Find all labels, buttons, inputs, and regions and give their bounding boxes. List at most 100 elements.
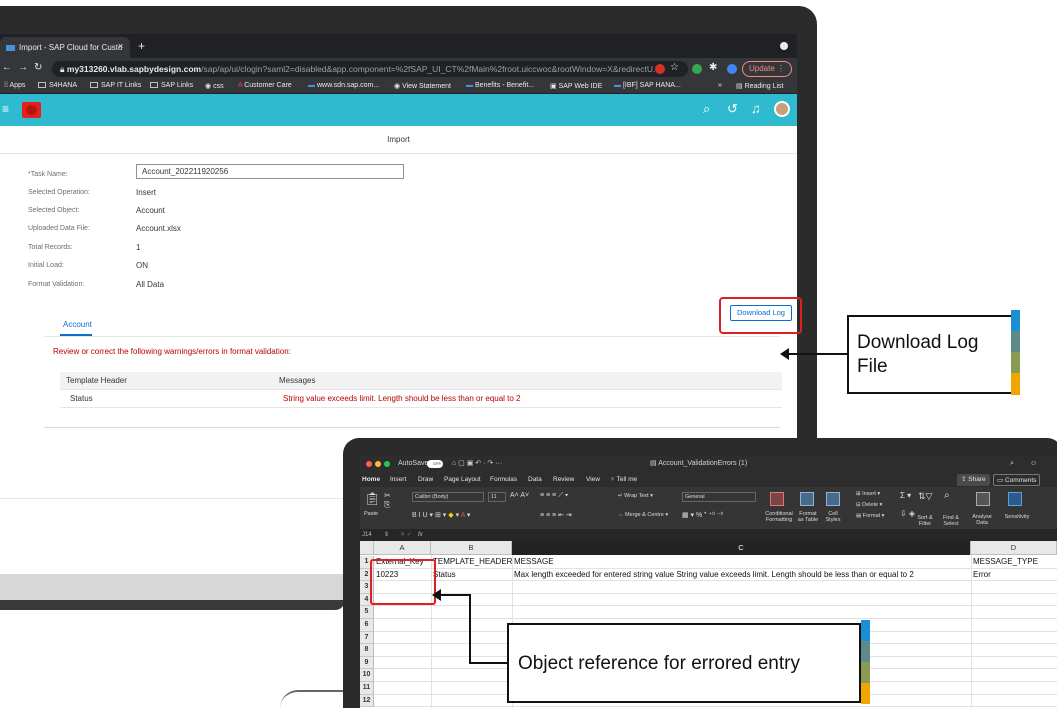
menu-icon[interactable]: ≡ [2, 102, 9, 116]
column-header-d[interactable]: D [971, 541, 1057, 555]
cell-d2[interactable]: Error [973, 569, 991, 582]
bookmark-css[interactable]: ◉ css [205, 82, 224, 90]
star-icon[interactable]: ☆ [670, 62, 679, 73]
new-tab-icon[interactable]: + [138, 39, 145, 53]
sort-filter-label[interactable]: Sort & Filter [914, 515, 936, 527]
bookmark-sdn[interactable]: ▬ www.sdn.sap.com... [308, 82, 379, 89]
delete-cells-button[interactable]: ⊟ Delete ▾ [856, 502, 882, 508]
column-header-c[interactable]: C [512, 541, 971, 555]
bookmark-web-ide[interactable]: ▣ SAP Web IDE [550, 82, 602, 90]
search-icon[interactable]: ⌕ [1010, 455, 1014, 473]
quick-access-icons[interactable]: ⌂ ▢ ▣ ↶ · ↷ ··· [452, 455, 502, 473]
column-header-b[interactable]: B [431, 541, 512, 555]
font-grow-shrink-icons[interactable]: A˄ A˅ [510, 492, 529, 499]
row-header[interactable]: 6 [360, 619, 374, 632]
font-size-select[interactable]: 11 [488, 492, 506, 502]
search-icon[interactable]: ⌕ [703, 101, 710, 117]
browser-tab[interactable]: Import - SAP Cloud for Custo [0, 37, 130, 58]
task-name-input[interactable]: Account_202211920256 [136, 164, 404, 179]
sensitivity-icon[interactable] [1008, 492, 1022, 506]
row-header[interactable]: 12 [360, 694, 374, 708]
download-log-button[interactable]: Download Log [730, 305, 792, 321]
tab-page-layout[interactable]: Page Layout [444, 473, 481, 487]
cell-c1[interactable]: MESSAGE [514, 556, 554, 569]
bookmark-apps[interactable]: ⁞⁞ Apps [4, 82, 25, 89]
find-select-label[interactable]: Find & Select [940, 515, 962, 527]
paste-icon[interactable]: 📋︎ [364, 491, 381, 507]
font-name-select[interactable]: Calibri (Body) [412, 492, 484, 502]
row-header[interactable]: 7 [360, 631, 374, 645]
cell-c2[interactable]: Max length exceeded for entered string v… [514, 569, 914, 582]
update-button[interactable]: Update ⋮ [742, 61, 792, 77]
name-box[interactable]: J14 [362, 529, 372, 541]
close-tab-icon[interactable]: × [118, 41, 123, 51]
name-box-stepper-icon[interactable]: ⇕ [384, 529, 389, 541]
bookmark-benefits[interactable]: ▬ Benefits - Benefit... [466, 82, 534, 89]
avatar[interactable] [774, 101, 790, 117]
minimize-window-icon[interactable] [375, 461, 381, 467]
row-header[interactable]: 5 [360, 606, 374, 619]
cancel-enter-icons[interactable]: ✕ ✓ [400, 529, 412, 541]
autosum-icon[interactable]: Σ ▾ [900, 491, 911, 500]
comments-button[interactable]: ▭ Comments [993, 474, 1041, 486]
cell-styles-icon[interactable] [826, 492, 840, 506]
tab-data[interactable]: Data [528, 473, 542, 487]
grammarly-icon[interactable] [692, 64, 702, 74]
fill-clear-icons[interactable]: ⇩ ◈ [900, 509, 915, 518]
cell-b1[interactable]: TEMPLATE_HEADER [433, 556, 512, 569]
bookmark-sap-links[interactable]: SAP Links [150, 82, 193, 89]
bookmark-view-statement[interactable]: ◉ View Statement [394, 82, 451, 90]
insert-cells-button[interactable]: ⊞ Insert ▾ [856, 491, 880, 497]
share-button[interactable]: ⇪ Share [957, 474, 990, 486]
window-control-icon[interactable] [780, 42, 788, 50]
merge-centre-button[interactable]: ⇔ Merge & Centre ▾ [618, 512, 668, 518]
number-format-select[interactable]: General [682, 492, 756, 502]
bold-italic-underline-icons[interactable]: B I U ▾ ⊞ ▾ ◆ ▾ A ▾ [412, 511, 470, 519]
bell-icon[interactable]: ♫ [751, 101, 761, 116]
bookmark-hana[interactable]: ▬ [IBF] SAP HANA... [614, 82, 681, 89]
forward-arrow-icon[interactable]: → [18, 62, 28, 73]
back-arrow-icon[interactable]: ← [2, 62, 12, 73]
align-indent-icons[interactable]: ≡ ≡ ≡ ⇤ ⇥ [540, 511, 572, 519]
bookmark-sap-it-links[interactable]: SAP IT Links [90, 82, 141, 89]
number-format-icons[interactable]: ▦ ▾ % ❜ ⁺⁰ ⁻⁰ [682, 511, 723, 519]
format-as-table-label[interactable]: Format as Table [796, 511, 820, 523]
address-bar[interactable]: 🔒︎ my313260.vlab.sapbydesign.com/sap/ap/… [52, 61, 688, 77]
autosave-toggle[interactable]: OFF [427, 460, 443, 468]
tab-tell-me[interactable]: ♀ Tell me [610, 473, 637, 487]
row-header[interactable]: 8 [360, 644, 374, 657]
analyse-data-label[interactable]: Analyse Data [970, 514, 994, 526]
alignment-icons[interactable]: ≡ ≡ ≡ ⟋ ▾ [540, 492, 568, 500]
sap-logo-icon[interactable] [22, 102, 41, 118]
extension-icon[interactable] [655, 64, 665, 74]
profile-icon[interactable] [727, 64, 737, 74]
bookmark-customer-care[interactable]: A Customer Care [238, 82, 292, 89]
history-icon[interactable]: ↺ [727, 101, 738, 117]
sensitivity-label[interactable]: Sensitivity [1002, 514, 1032, 520]
row-header[interactable]: 9 [360, 656, 374, 670]
close-window-icon[interactable] [366, 461, 372, 467]
conditional-formatting-icon[interactable] [770, 492, 784, 506]
cell-d1[interactable]: MESSAGE_TYPE [973, 556, 1038, 569]
conditional-formatting-label[interactable]: Conditional Formatting [764, 511, 794, 523]
reload-icon[interactable]: ↻ [34, 62, 42, 73]
tab-insert[interactable]: Insert [390, 473, 406, 487]
reading-list[interactable]: ▤ Reading List [736, 82, 783, 90]
tab-formulas[interactable]: Formulas [490, 473, 517, 487]
find-select-icon[interactable]: ⌕ [944, 490, 950, 501]
tab-review[interactable]: Review [553, 473, 574, 487]
smiley-icon[interactable]: ☺ [1030, 455, 1037, 473]
select-all-corner[interactable] [360, 541, 374, 555]
format-as-table-icon[interactable] [800, 492, 814, 506]
bookmarks-overflow[interactable]: » [718, 82, 722, 89]
sort-filter-icon[interactable]: ⇅▽ [918, 491, 932, 502]
cut-copy-icons[interactable]: ✂ ⎘ [384, 491, 391, 510]
tab-draw[interactable]: Draw [418, 473, 433, 487]
wrap-text-button[interactable]: ↵ Wrap Text ▾ [618, 493, 653, 499]
bookmark-s4hana[interactable]: S4HANA [38, 82, 77, 89]
column-header-a[interactable]: A [374, 541, 431, 555]
format-cells-button[interactable]: ▤ Format ▾ [856, 513, 884, 519]
analyse-data-icon[interactable] [976, 492, 990, 506]
cell-b2[interactable]: Status [433, 569, 456, 582]
maximize-window-icon[interactable] [384, 461, 390, 467]
